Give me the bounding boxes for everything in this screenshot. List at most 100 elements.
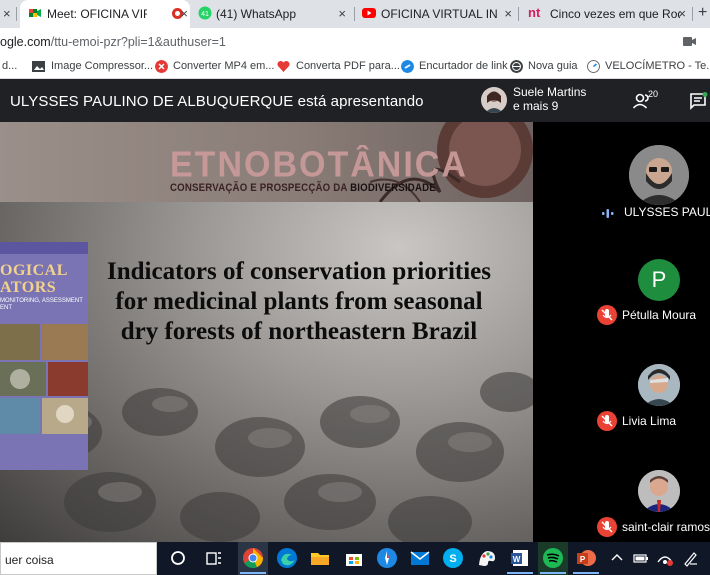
slide-title: Indicators of conservation priorities fo… — [107, 258, 491, 345]
svg-text:P: P — [580, 555, 586, 564]
participant-avatar[interactable] — [638, 470, 680, 512]
pen-icon[interactable] — [682, 547, 700, 569]
battery-icon[interactable] — [633, 547, 649, 569]
people-count: 20 — [648, 89, 659, 99]
mail-icon[interactable] — [409, 547, 431, 569]
taskbar-running-indicator — [507, 572, 533, 574]
bookmark-item[interactable]: Converta PDF para... — [296, 60, 400, 73]
network-icon[interactable] — [656, 547, 674, 569]
youtube-icon — [362, 8, 376, 18]
participant-avatar[interactable]: P — [638, 259, 680, 301]
taskbar-search-text: uer coisa — [5, 553, 54, 567]
image-icon — [32, 61, 45, 72]
banner-subtitle-bold: BIODIVERSIDADE — [350, 182, 436, 194]
cortana-icon[interactable] — [167, 547, 189, 569]
taskbar-active-indicator — [540, 572, 566, 574]
tab-strip: × Meet: OFICINA VIRTUA × 41 (41) WhatsAp… — [0, 0, 710, 28]
paint-icon[interactable] — [476, 547, 498, 569]
tab-title: OFICINA VIRTUAL INCT 202 — [381, 7, 498, 21]
tab-meet[interactable]: Meet: OFICINA VIRTUA × — [20, 0, 190, 28]
tab-title: Cinco vezes em que Rodrig — [550, 7, 680, 21]
powerpoint-icon[interactable]: P — [575, 547, 597, 569]
camera-icon[interactable] — [683, 36, 697, 47]
tab-close-icon[interactable]: × — [180, 7, 188, 21]
tab-close-icon[interactable]: × — [678, 7, 686, 21]
link-icon — [401, 60, 414, 73]
word-icon[interactable]: W — [509, 547, 531, 569]
task-view-icon[interactable] — [203, 547, 225, 569]
participant-avatar[interactable] — [638, 364, 680, 406]
url-path: /ttu-emoi-pzr?pli=1&authuser=1 — [50, 35, 226, 49]
presenter-more: e mais 9 — [513, 99, 559, 113]
tab-separator — [518, 7, 519, 21]
safari-icon[interactable] — [376, 547, 398, 569]
chevron-up-icon[interactable] — [609, 547, 625, 569]
chat-icon[interactable] — [690, 92, 708, 110]
nt-icon: nt — [528, 5, 541, 20]
new-tab-button[interactable]: + — [698, 5, 707, 21]
taskbar-active-indicator — [240, 572, 266, 574]
participant-avatar[interactable] — [629, 145, 689, 205]
slide-banner-title: ETNOBOTÂNICA — [170, 145, 468, 185]
svg-text:W: W — [513, 555, 521, 564]
taskbar-search-box[interactable]: uer coisa — [0, 542, 157, 575]
svg-text:S: S — [449, 553, 456, 565]
heart-icon — [277, 60, 290, 72]
address-bar[interactable]: ogle.com/ttu-emoi-pzr?pli=1&authuser=1 — [0, 35, 226, 49]
bookmark-item[interactable]: Encurtador de link — [419, 60, 508, 73]
tab-separator — [692, 7, 693, 21]
participant-name: Livia Lima — [622, 414, 677, 428]
bookmark-item[interactable]: VELOCÍMETRO - Te... — [605, 60, 710, 73]
book-title-line1: OGICAL — [0, 262, 68, 279]
tab-close-icon[interactable]: × — [3, 7, 11, 21]
speedometer-icon — [587, 60, 600, 73]
meet-header: ULYSSES PAULINO DE ALBUQUERQUE está apre… — [0, 80, 710, 122]
address-bar-row: ogle.com/ttu-emoi-pzr?pli=1&authuser=1 — [0, 28, 710, 55]
mic-muted-icon — [597, 305, 617, 325]
edge-icon[interactable] — [276, 547, 298, 569]
globe-icon — [510, 60, 523, 73]
spotify-icon[interactable] — [542, 547, 564, 569]
bookmark-item[interactable]: Converter MP4 em... — [173, 60, 274, 73]
book-title-line2: ATORS — [0, 279, 57, 296]
tab-separator — [354, 7, 355, 21]
chrome-icon[interactable] — [242, 547, 264, 569]
bookmark-item[interactable]: d... — [2, 60, 17, 73]
store-icon[interactable] — [343, 547, 365, 569]
slide-banner: ETNOBOTÂNICA CONSERVAÇÃO E PROSPECÇÃO DA… — [0, 122, 533, 202]
tab-close-icon[interactable]: × — [504, 7, 512, 21]
participant-name: Pétulla Moura — [622, 308, 697, 322]
screen: × Meet: OFICINA VIRTUA × 41 (41) WhatsAp… — [0, 0, 710, 575]
participant-initial: P — [651, 267, 667, 292]
participant-name: ULYSSES PAULIN — [624, 205, 710, 219]
mic-muted-icon — [597, 517, 617, 537]
book-cover-image: OGICAL ATORS MONITORING, ASSESSMENT ENT — [0, 242, 88, 470]
meet-icon — [29, 9, 41, 17]
skype-icon[interactable]: S — [442, 547, 464, 569]
tab-whatsapp[interactable]: 41 (41) WhatsApp × — [192, 0, 352, 28]
mic-muted-icon — [597, 411, 617, 431]
banner-subtitle-text: CONSERVAÇÃO E PROSPECÇÃO DA — [170, 182, 348, 194]
svg-text:41: 41 — [201, 11, 209, 18]
tab-youtube[interactable]: OFICINA VIRTUAL INCT 202 × — [356, 0, 516, 28]
convert-icon — [155, 60, 168, 73]
book-cover-title: OGICAL ATORS — [0, 262, 68, 296]
book-collage-photo — [0, 324, 88, 434]
tab-title: (41) WhatsApp — [216, 7, 297, 21]
tab-separator — [16, 7, 17, 21]
tab-nt[interactable]: nt Cinco vezes em que Rodrig × — [520, 0, 690, 28]
taskbar-running-indicator — [573, 572, 599, 574]
recording-dot — [175, 11, 180, 16]
file-explorer-icon[interactable] — [309, 547, 331, 569]
bookmark-item[interactable]: Nova guia — [528, 60, 578, 73]
url-host: ogle.com — [0, 35, 51, 49]
tab-close-icon[interactable]: × — [338, 7, 346, 21]
tab-title: Meet: OFICINA VIRTUA — [47, 7, 147, 21]
slide-banner-subtitle: CONSERVAÇÃO E PROSPECÇÃO DA BIODIVERSIDA… — [170, 182, 436, 194]
speaking-indicator-icon — [602, 209, 614, 218]
book-cover-subtitle: MONITORING, ASSESSMENT ENT — [0, 298, 83, 311]
bookmark-item[interactable]: Image Compressor... — [51, 60, 153, 73]
presenting-banner: ULYSSES PAULINO DE ALBUQUERQUE está apre… — [10, 93, 424, 110]
book-top-strip — [0, 242, 88, 254]
presenter-avatar[interactable] — [481, 87, 507, 113]
